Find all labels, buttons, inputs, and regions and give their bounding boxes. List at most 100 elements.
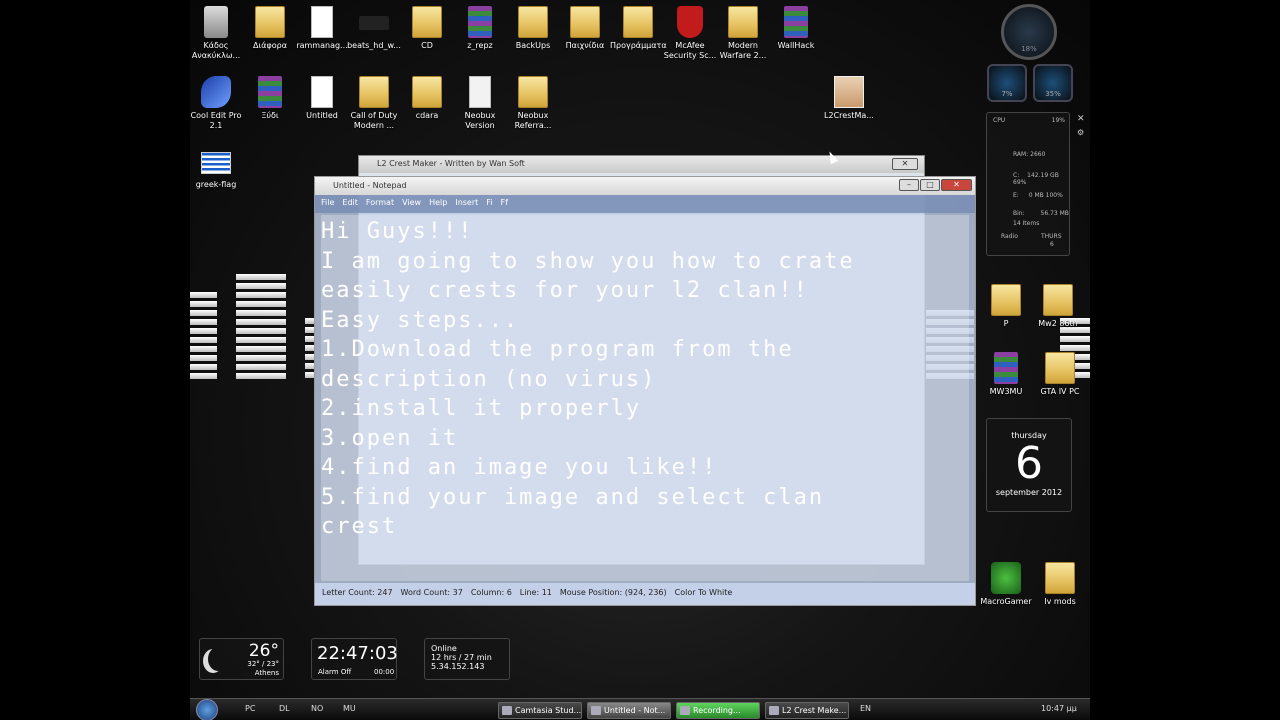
gadget-settings-icon[interactable]: ⚙ [1077,128,1084,137]
archive-icon [994,352,1018,384]
desktop-icon-gta-iv[interactable]: GTA IV PC [1032,352,1088,397]
folder-icon [359,76,389,108]
maximize-button[interactable]: □ [920,179,940,191]
close-button[interactable]: ✕ [941,179,972,191]
taskbar-item-l2-crest-maker[interactable]: L2 Crest Make... [765,702,849,719]
desktop-icon-z-repz[interactable]: z_repz [452,6,508,51]
close-button[interactable]: ✕ [892,158,918,170]
cpu-label: CPU [993,117,1006,124]
taskbar-item-recording[interactable]: Recording... [676,702,760,719]
clock-gadget: 22:47:03 Alarm Off 00:00 [311,638,398,680]
menu-help[interactable]: Help [429,198,447,210]
desktop-icon-call-of-duty[interactable]: Call of Duty Modern ... [346,76,402,131]
tray-clock[interactable]: 10:47 μμ [1041,704,1077,713]
desktop-icon-rammanag[interactable]: rammanag... [294,6,350,51]
folder-icon [255,6,285,38]
desktop-icon-wallhack[interactable]: WallHack [768,6,824,51]
weather-city: Athens [254,669,279,677]
taskbar-item-camtasia[interactable]: Camtasia Stud... [498,702,582,719]
cpu-row: CPU 19% [993,117,1065,124]
drive-c-row: C: 142.19 GB 69% [1013,172,1069,186]
greek-flag-icon [201,152,231,174]
calendar-gadget: thursday 6 september 2012 [986,418,1072,512]
icon-label: MW3MU [989,387,1023,396]
desktop-icon-p[interactable]: P [978,284,1034,329]
desktop-icon-paixnidia[interactable]: Παιχνίδια [557,6,613,51]
taskbar-item-notepad[interactable]: Untitled - Not... [587,702,671,719]
desktop-icon-recycle-bin[interactable]: Κάδος Ανακύκλω... [190,6,244,61]
status-letter-count: Letter Count: 247 [322,588,393,597]
l2-crest-maker-titlebar[interactable]: L2 Crest Maker - Written by Wan Soft ✕ [359,156,924,173]
icon-label: Neobux Referra... [514,111,552,130]
icon-label: Modern Warfare 2... [719,41,767,60]
folder-icon [570,6,600,38]
status-mouse-position: Mouse Position: (924, 236) [559,588,667,597]
network-ip: 5.34.152.143 [431,662,485,671]
archive-icon [468,6,492,38]
weather-gadget: 26° 32° / 23° Athens [199,638,284,680]
desktop-icon-iv-mods[interactable]: Iv mods [1032,562,1088,607]
network-status: Online [431,644,457,653]
folder-icon [728,6,758,38]
minimize-button[interactable]: – [899,179,919,191]
quick-mu[interactable]: MU [343,704,356,713]
status-column: Column: 6 [470,588,512,597]
bin-value: 56.73 MB [1040,210,1069,217]
desktop-icon-xydi[interactable]: Ξύδι [242,76,298,121]
desktop-icon-backups[interactable]: BackUps [505,6,561,51]
notepad-text-area[interactable]: Hi Guys!!! I am going to show you how to… [321,215,969,581]
menu-insert[interactable]: Insert [455,198,478,210]
notepad-title: Untitled - Notepad [333,181,407,190]
desktop-icon-cool-edit[interactable]: Cool Edit Pro 2.1 [190,76,244,131]
desktop-icon-mw3mu[interactable]: MW3MU [978,352,1034,397]
icon-label: CD [421,41,433,50]
quick-no[interactable]: NO [311,704,323,713]
desktop-icon-greek-flag[interactable]: greek-flag [190,152,244,190]
notepad-titlebar[interactable]: Untitled - Notepad – □ ✕ [315,177,975,195]
quick-pc[interactable]: PC [245,704,255,713]
beats-icon [359,16,389,30]
folder-icon [1045,352,1075,384]
desktop-icon-l2crestmaker[interactable]: L2CrestMa... [820,76,878,121]
clock-time: 22:47:03 [317,643,398,664]
radio-label[interactable]: Radio [1001,233,1018,240]
folder-icon [412,76,442,108]
menu-ff[interactable]: Ff [501,198,508,210]
icon-label: Προγράμματα [610,41,667,50]
gauge-small-2-value: 35% [1045,90,1061,98]
desktop-icon-mw2-86th[interactable]: Mw2 86th [1030,284,1086,329]
menu-format[interactable]: Format [366,198,394,210]
icon-label: L2CrestMa... [824,111,874,120]
desktop-icon-untitled[interactable]: Untitled [294,76,350,121]
language-indicator[interactable]: EN [860,704,871,713]
drive-c-label: C: [1013,172,1020,179]
desktop-icon-diafora[interactable]: Διάφορα [242,6,298,51]
desktop-icon-macrogamer[interactable]: MacroGamer [978,562,1034,607]
quick-dl[interactable]: DL [279,704,290,713]
desktop-icon-beats[interactable]: beats_hd_w... [346,6,402,51]
icon-label: Mw2 86th [1038,319,1078,328]
equalizer-left-2 [236,274,286,382]
start-button[interactable] [196,699,218,720]
bin-label: Bin: [1013,210,1025,217]
desktop-icon-cdara[interactable]: cdara [399,76,455,121]
clock-alarm[interactable]: Alarm Off [318,668,351,676]
folder-icon [518,76,548,108]
desktop-icon-neobux-version[interactable]: Neobux Version [452,76,508,131]
menu-fi[interactable]: Fi [486,198,492,210]
desktop-icon-modern-warfare[interactable]: Modern Warfare 2... [715,6,771,61]
desktop-icon-neobux-referra[interactable]: Neobux Referra... [505,76,561,131]
day-label: THURS [1041,233,1062,240]
desktop-icon-cd[interactable]: CD [399,6,455,51]
desktop-icon-programmata[interactable]: Προγράμματα [610,6,667,51]
gauge-gadget: 18% 7% 35% [987,4,1075,104]
icon-label: MacroGamer [980,597,1032,606]
icon-label: Παιχνίδια [565,41,605,50]
menu-view[interactable]: View [402,198,421,210]
notepad-window[interactable]: Untitled - Notepad – □ ✕ File Edit Forma… [314,176,976,606]
menu-file[interactable]: File [321,198,334,210]
desktop-icon-mcafee[interactable]: McAfee Security Sc... [662,6,718,61]
bin-row: Bin: 56.73 MB [1013,210,1069,217]
menu-edit[interactable]: Edit [342,198,358,210]
gadget-close-icon[interactable]: ✕ [1077,114,1085,124]
